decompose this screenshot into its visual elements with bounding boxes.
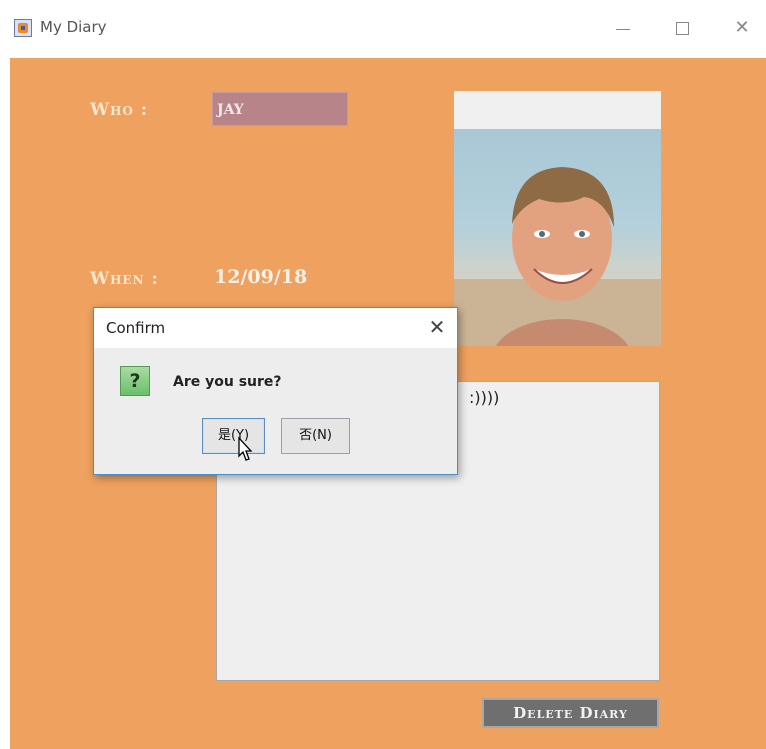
who-label: Who : bbox=[90, 100, 149, 120]
close-window-button[interactable]: ✕ bbox=[728, 14, 756, 42]
mouse-cursor-icon bbox=[238, 436, 253, 461]
minimize-button[interactable] bbox=[609, 14, 637, 42]
question-icon: ? bbox=[120, 366, 150, 396]
window-title: My Diary bbox=[40, 18, 107, 36]
dialog-message: Are you sure? bbox=[173, 374, 282, 390]
when-value: 12/09/18 bbox=[214, 266, 308, 288]
when-label: When : bbox=[90, 269, 159, 289]
confirm-dialog: Confirm ✕ ? Are you sure? 是(Y) 否(N) bbox=[93, 307, 458, 475]
delete-diary-button[interactable]: Delete Diary bbox=[482, 698, 659, 728]
maximize-button[interactable] bbox=[668, 14, 696, 42]
diary-text: :)))) bbox=[469, 388, 500, 407]
dialog-title: Confirm bbox=[106, 319, 166, 337]
java-app-icon bbox=[14, 19, 32, 37]
no-button[interactable]: 否(N) bbox=[281, 418, 350, 454]
profile-photo-art bbox=[454, 167, 661, 346]
dialog-titlebar: Confirm ✕ bbox=[94, 308, 457, 348]
minimize-icon bbox=[616, 29, 630, 30]
profile-photo bbox=[454, 129, 661, 346]
who-field[interactable]: JAY bbox=[212, 92, 348, 126]
photo-header bbox=[454, 91, 661, 129]
maximize-icon bbox=[676, 22, 689, 35]
window-titlebar: My Diary ✕ bbox=[0, 0, 766, 58]
close-icon[interactable]: ✕ bbox=[424, 314, 450, 340]
